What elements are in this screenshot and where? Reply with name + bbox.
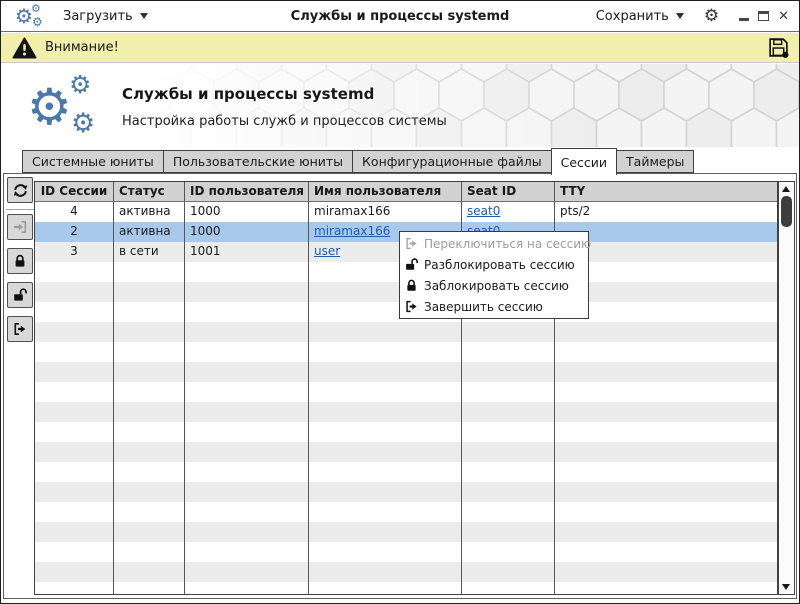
app-logo-gears-icon: ⚙ ⚙ ⚙ [27,70,107,142]
app-window: ⚙ ⚙ ⚙ Загрузить Службы и процессы system… [0,0,800,604]
cell-status: активна [114,202,185,222]
chevron-down-icon [139,13,148,19]
tab-user-units[interactable]: Пользовательские юниты [162,150,354,173]
column-header-user-name[interactable]: Имя пользователя [309,182,462,201]
tab-bar: Системные юниты Пользовательские юниты К… [22,148,695,175]
switch-session-icon [404,236,419,251]
tab-timers[interactable]: Таймеры [616,150,695,173]
column-header-user-id[interactable]: ID пользователя [185,182,309,201]
page-header: ⚙ ⚙ ⚙ Службы и процессы systemd Настройк… [1,64,799,147]
gear-icon: ⚙ [69,70,92,99]
menu-item-terminate-session[interactable]: Завершить сессию [400,296,588,317]
table-row-empty [35,342,777,362]
warning-label: Внимание! [45,40,119,55]
table-row-empty [35,362,777,382]
scrollbar-thumb[interactable] [781,196,792,227]
column-header-session-id[interactable]: ID Сессии [35,182,114,201]
gear-icon: ⚙ [31,2,41,15]
table-row-empty [35,562,777,582]
table-row-empty [35,442,777,462]
tab-config-files[interactable]: Конфигурационные файлы [352,150,552,173]
terminate-icon [14,323,26,335]
unlock-icon [14,288,27,301]
cell-session-id: 4 [35,202,114,222]
switch-to-session-button [7,214,33,240]
warning-triangle-icon [12,36,37,59]
table-row-empty [35,322,777,342]
toolbar-separator [6,209,34,210]
refresh-icon [13,183,27,197]
unlock-session-button[interactable] [7,282,33,308]
table-row-empty [35,542,777,562]
tab-system-units[interactable]: Системные юниты [22,150,164,173]
maximize-button[interactable] [758,11,770,21]
cell-user-id: 1000 [185,202,309,222]
settings-gear-icon[interactable]: ⚙ [704,7,719,25]
cell-status: в сети [114,242,185,262]
terminate-icon [404,299,419,314]
cell-session-id: 3 [35,242,114,262]
table-row-empty [35,422,777,442]
save-menu-label: Сохранить [595,8,669,24]
gear-icon: ⚙ [32,15,43,29]
table-row-empty [35,522,777,542]
cell-tty: pts/2 [560,204,591,218]
switch-session-icon [14,221,27,233]
hexagon-fade-overlay [1,64,799,147]
chevron-down-icon [675,13,684,19]
session-context-menu: Переключиться на сессию Разблокировать с… [399,231,591,319]
gear-icon: ⚙ [27,78,72,136]
page-subtitle: Настройка работы служб и процессов систе… [122,114,447,129]
lock-icon [15,254,25,267]
close-button[interactable]: ✕ [778,10,789,23]
table-row-empty [35,402,777,422]
load-menu-label: Загрузить [63,8,133,24]
scroll-down-icon[interactable] [782,584,790,590]
terminate-session-button[interactable] [7,316,33,342]
unlock-icon [404,257,419,272]
cell-user-id: 1000 [185,222,309,242]
table-header: ID Сессии Статус ID пользователя Имя пол… [35,182,777,202]
minimize-button[interactable] [739,17,750,21]
load-menu-button[interactable]: Загрузить [57,5,154,28]
page-title: Службы и процессы systemd [122,85,375,103]
table-row-empty [35,582,777,594]
warning-banner: Внимание! [1,33,799,63]
table-row-empty [35,482,777,502]
cell-status: активна [114,222,185,242]
lock-session-button[interactable] [7,248,33,274]
menu-item-unlock-session[interactable]: Разблокировать сессию [400,254,588,275]
table-row[interactable]: 4 активна 1000 miramax166 seat0 pts/2 [35,202,777,222]
vertical-scrollbar[interactable] [778,181,795,595]
save-menu-button[interactable]: Сохранить [590,5,690,28]
table-row-empty [35,382,777,402]
gear-icon: ⚙ [71,108,96,139]
seat-link[interactable]: seat0 [467,204,500,218]
cell-session-id: 2 [35,222,114,242]
cell-seat-id: seat0 [462,202,555,222]
app-logo-gears-icon: ⚙ ⚙ ⚙ [15,3,49,29]
cell-user-name: miramax166 [309,202,462,222]
lock-icon [404,278,419,293]
column-header-tty[interactable]: TTY [555,182,777,201]
table-row-empty [35,502,777,522]
column-header-status[interactable]: Статус [114,182,185,201]
menu-item-switch-session: Переключиться на сессию [400,233,591,254]
tab-sessions[interactable]: Сессии [550,148,618,175]
user-link[interactable]: user [314,244,340,258]
refresh-button[interactable] [7,177,33,203]
menu-item-lock-session[interactable]: Заблокировать сессию [400,275,588,296]
titlebar: ⚙ ⚙ ⚙ Загрузить Службы и процессы system… [1,1,799,32]
scroll-up-icon[interactable] [782,186,790,192]
cell-user-id: 1001 [185,242,309,262]
table-row-empty [35,462,777,482]
user-link[interactable]: miramax166 [314,224,390,238]
save-file-icon[interactable] [767,36,790,59]
column-header-seat-id[interactable]: Seat ID [462,182,555,201]
